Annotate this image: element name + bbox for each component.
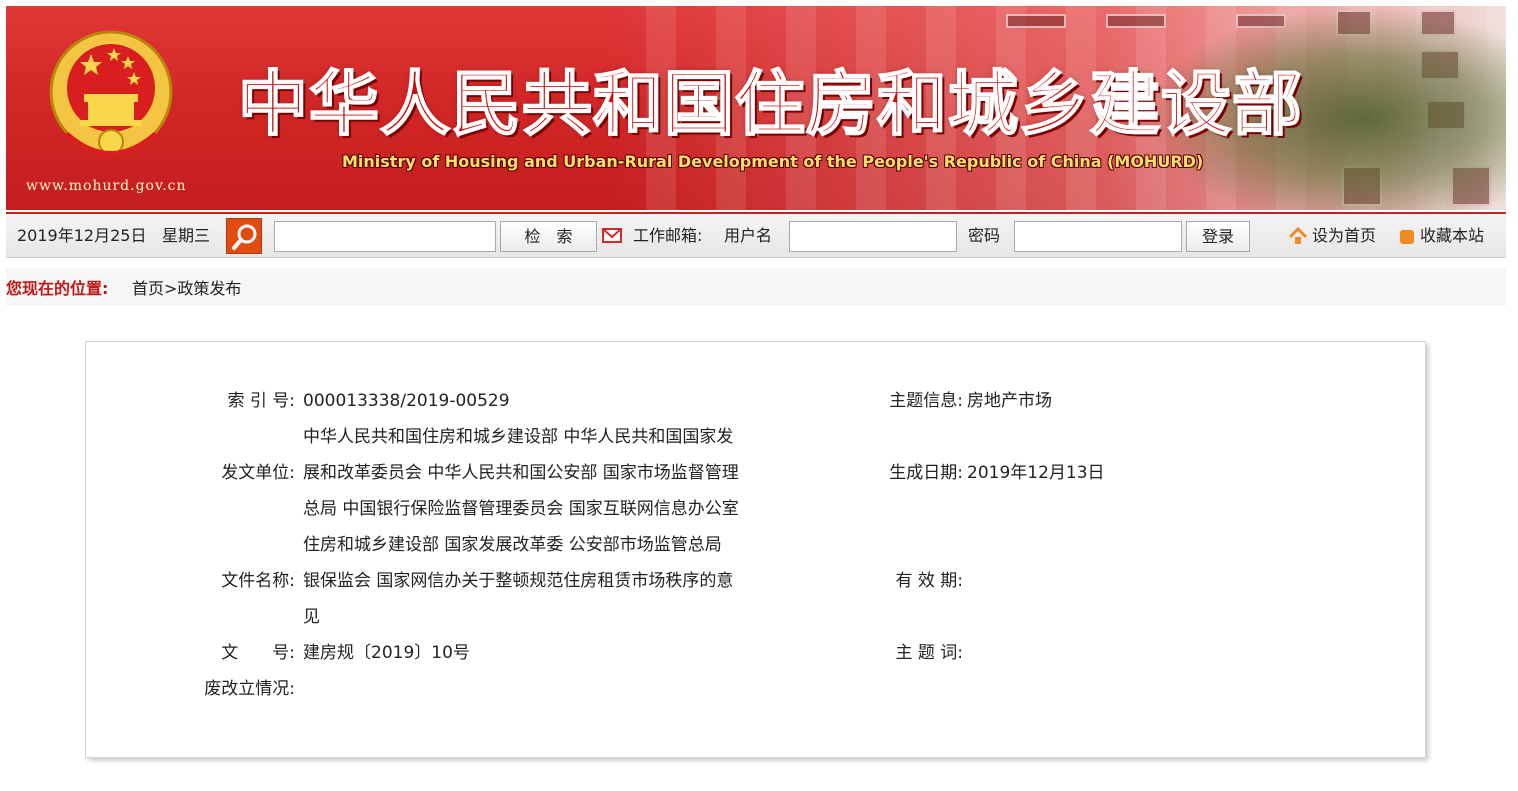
filename-line: 银保监会 国家网信办关于整顿规范住房租赁市场秩序的意 <box>303 571 734 591</box>
password-label: 密码 <box>968 226 1001 245</box>
set-homepage-link[interactable]: 设为首页 <box>1312 214 1376 258</box>
login-button[interactable]: 登录 <box>1186 221 1250 252</box>
username-input[interactable] <box>789 221 957 252</box>
search-button[interactable]: 检 索 <box>500 221 597 252</box>
docno-value: 建房规〔2019〕10号 <box>303 643 470 663</box>
current-weekday: 星期三 <box>162 226 211 245</box>
issuer-line: 展和改革委员会 中华人民共和国公安部 国家市场监督管理 <box>303 463 739 483</box>
info-row-filename: 文件名称: 有 效 期: <box>86 563 1427 599</box>
breadcrumb: 您现在的位置: 首页>政策发布 <box>6 268 1506 306</box>
issuer-value: 中华人民共和国住房和城乡建设部 中华人民共和国国家发 展和改革委员会 中华人民共… <box>303 419 739 563</box>
site-banner: www.mohurd.gov.cn 中华人民共和国住房和城乡建设部 Minist… <box>6 6 1506 210</box>
docno-label: 文 号: <box>221 643 295 663</box>
search-icon[interactable] <box>226 218 262 254</box>
info-row-index: 索 引 号: 000013338/2019-00529 主题信息: 房地产市场 <box>86 383 1427 419</box>
breadcrumb-current[interactable]: 政策发布 <box>177 279 241 298</box>
current-date: 2019年12月25日 <box>17 226 147 245</box>
index-value: 000013338/2019-00529 <box>303 391 510 411</box>
national-emblem-icon <box>49 30 173 157</box>
filename-value: 银保监会 国家网信办关于整顿规范住房租赁市场秩序的意 见 <box>303 563 733 635</box>
mailbox-label: 工作邮箱: <box>633 226 703 245</box>
filename-label: 文件名称: <box>221 571 295 591</box>
top-toolbar: 2019年12月25日 星期三 检 索 工作邮箱: 用户名 密码 登录 设为首页… <box>6 212 1506 258</box>
topic-value: 房地产市场 <box>967 391 1052 411</box>
site-title: 中华人民共和国住房和城乡建设部 <box>237 62 1303 146</box>
banner-window <box>1006 14 1066 28</box>
issuer-line: 总局 中国银行保险监督管理委员会 国家互联网信息办公室 <box>303 499 739 519</box>
site-subtitle: Ministry of Housing and Urban-Rural Deve… <box>342 152 1204 171</box>
breadcrumb-label: 您现在的位置: <box>6 279 109 298</box>
status-label: 废改立情况: <box>204 679 295 699</box>
breadcrumb-separator: > <box>164 279 178 298</box>
home-icon <box>1289 227 1307 244</box>
bookmark-site-link[interactable]: 收藏本站 <box>1420 214 1484 258</box>
info-row-status: 废改立情况: <box>86 671 1427 707</box>
topic-label: 主题信息: <box>889 391 963 411</box>
info-row-issuer: 发文单位: 生成日期: 2019年12月13日 <box>86 455 1427 491</box>
breadcrumb-home-link[interactable]: 首页 <box>132 279 164 298</box>
keywords-label: 主 题 词: <box>895 643 963 663</box>
bookmark-icon <box>1400 230 1414 244</box>
date-label: 生成日期: <box>889 463 963 483</box>
breadcrumb-trail: 首页>政策发布 <box>132 268 241 310</box>
filename-line: 见 <box>303 607 320 627</box>
issuer-line: 住房和城乡建设部 国家发展改革委 公安部市场监管总局 <box>303 535 722 555</box>
info-row-docno: 文 号: 建房规〔2019〕10号 主 题 词: <box>86 635 1427 671</box>
site-url: www.mohurd.gov.cn <box>26 178 187 194</box>
password-input[interactable] <box>1014 221 1182 252</box>
search-input[interactable] <box>274 221 496 252</box>
document-info-card: 索 引 号: 000013338/2019-00529 主题信息: 房地产市场 … <box>85 341 1426 758</box>
validity-label: 有 效 期: <box>895 571 963 591</box>
issuer-line: 中华人民共和国住房和城乡建设部 中华人民共和国国家发 <box>303 427 734 447</box>
date-value: 2019年12月13日 <box>967 463 1105 483</box>
index-label: 索 引 号: <box>227 391 295 411</box>
mail-icon <box>602 228 622 243</box>
username-label: 用户名 <box>724 226 773 245</box>
issuer-label: 发文单位: <box>221 463 295 483</box>
